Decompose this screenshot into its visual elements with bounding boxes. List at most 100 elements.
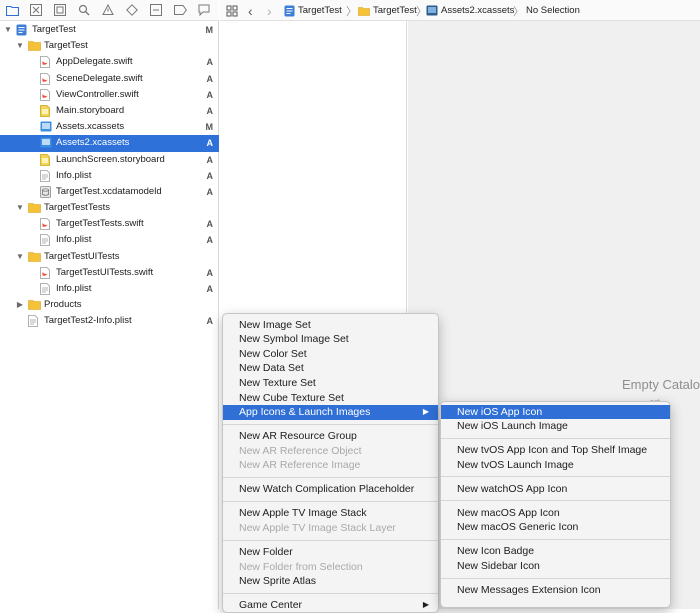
menu-item[interactable]: New Cube Texture Set [223, 391, 438, 406]
source-control-status: M [205, 25, 214, 35]
tree-group[interactable]: ▼ TargetTestUITests [0, 249, 219, 265]
project-icon [284, 5, 295, 16]
menu-item[interactable]: New Data Set [223, 361, 438, 376]
menu-separator [441, 577, 670, 579]
tree-item-label: TargetTest2-Info.plist [44, 315, 132, 327]
tree-file[interactable]: TargetTestTests.swift A [0, 216, 219, 232]
tree-file[interactable]: SceneDelegate.swift A [0, 71, 219, 87]
menu-item[interactable]: New Icon Badge [441, 544, 670, 559]
menu-item[interactable]: New AR Resource Group [223, 429, 438, 444]
tree-project[interactable]: ▼ TargetTest M [0, 22, 219, 38]
menu-item[interactable]: New Color Set [223, 347, 438, 362]
menu-item-label: New Sprite Atlas [239, 575, 317, 588]
source-control-icon[interactable] [29, 3, 43, 17]
tree-group[interactable]: ▼ TargetTestTests [0, 200, 219, 216]
forward-button[interactable]: › [267, 0, 272, 21]
tree-file[interactable]: Assets.xcassets M [0, 119, 219, 135]
navigator-selector-bar [0, 0, 219, 21]
tree-group[interactable]: ▶ Products [0, 297, 219, 313]
menu-separator [223, 592, 438, 594]
submenu-arrow-icon: ▶ [422, 407, 429, 417]
debug-icon[interactable] [149, 3, 163, 17]
tree-item-label: SceneDelegate.swift [56, 72, 143, 84]
menu-item-label: New macOS App Icon [457, 506, 560, 519]
source-control-status: A [206, 316, 214, 327]
disclosure-open-icon[interactable]: ▼ [4, 22, 12, 38]
menu-item-label: New AR Reference Image [239, 459, 361, 472]
menu-item[interactable]: New tvOS Launch Image [441, 458, 670, 473]
menu-item[interactable]: New Messages Extension Icon [441, 583, 670, 598]
disclosure-open-icon[interactable]: ▼ [16, 200, 24, 216]
menu-separator [441, 476, 670, 478]
tree-file[interactable]: AppDelegate.swift A [0, 54, 219, 70]
menu-item: New AR Reference Image [223, 458, 438, 473]
menu-item-label: New Symbol Image Set [239, 333, 349, 346]
menu-item[interactable]: New macOS Generic Icon [441, 520, 670, 535]
menu-item[interactable]: New Symbol Image Set [223, 332, 438, 347]
tree-file[interactable]: TargetTest.xcdatamodeld A [0, 184, 219, 200]
menu-separator [441, 538, 670, 540]
tree-file[interactable]: Main.storyboard A [0, 103, 219, 119]
menu-item[interactable]: New macOS App Icon [441, 506, 670, 521]
menu-item[interactable]: New tvOS App Icon and Top Shelf Image [441, 443, 670, 458]
menu-item[interactable]: New Apple TV Image Stack [223, 506, 438, 521]
plist-icon [28, 315, 40, 328]
tree-item-label: Products [44, 299, 82, 311]
menu-item-label: New Folder [239, 545, 293, 558]
folder-icon[interactable] [5, 3, 19, 17]
menu-item[interactable]: New Watch Complication Placeholder [223, 482, 438, 497]
report-icon[interactable] [197, 3, 211, 17]
symbol-icon[interactable] [53, 3, 67, 17]
source-control-status: M [205, 122, 214, 133]
menu-item-label: New iOS Launch Image [457, 420, 568, 433]
menu-item[interactable]: New iOS App Icon [441, 404, 670, 420]
menu-item-label: New Messages Extension Icon [457, 583, 601, 596]
tree-file[interactable]: TargetTestUITests.swift A [0, 265, 219, 281]
breadcrumb-label: TargetTest [373, 5, 417, 16]
swift-file-icon [40, 72, 52, 85]
tree-file[interactable]: LaunchScreen.storyboard A [0, 152, 219, 168]
menu-item-label: New Apple TV Image Stack [239, 507, 367, 520]
tree-file[interactable]: Info.plist A [0, 232, 219, 248]
menu-item[interactable]: New Folder [223, 545, 438, 560]
breadcrumb-group[interactable]: TargetTest [358, 0, 417, 21]
menu-item[interactable]: New iOS Launch Image [441, 419, 670, 434]
related-items-icon[interactable] [226, 0, 238, 21]
source-control-status: A [206, 219, 214, 230]
data-model-icon [40, 185, 52, 198]
tree-file[interactable]: Assets2.xcassets A [0, 135, 219, 152]
tree-file[interactable]: Info.plist A [0, 168, 219, 184]
back-button[interactable]: ‹ [248, 0, 253, 21]
tree-group[interactable]: ▼ TargetTest [0, 38, 219, 54]
breadcrumb-selection[interactable]: No Selection [526, 0, 580, 21]
chevron-right-icon: 〉 [346, 6, 357, 18]
breakpoint-icon[interactable] [173, 3, 187, 17]
menu-item[interactable]: New Image Set [223, 318, 438, 333]
source-control-status: A [206, 57, 214, 68]
tree-file[interactable]: TargetTest2-Info.plist A [0, 313, 219, 329]
test-icon[interactable] [125, 3, 139, 17]
project-icon [16, 24, 28, 36]
asset-catalog-icon [40, 121, 52, 133]
find-icon[interactable] [77, 3, 91, 17]
menu-item[interactable]: New watchOS App Icon [441, 482, 670, 497]
menu-separator [441, 437, 670, 439]
menu-item[interactable]: New Texture Set [223, 376, 438, 391]
menu-item-label: New Cube Texture Set [239, 391, 344, 404]
breadcrumb-project[interactable]: TargetTest [284, 0, 342, 21]
folder-icon [28, 40, 41, 52]
source-control-status: A [206, 186, 214, 197]
tree-file[interactable]: Info.plist A [0, 281, 219, 297]
menu-separator [223, 539, 438, 541]
disclosure-open-icon[interactable]: ▼ [16, 38, 24, 54]
disclosure-open-icon[interactable]: ▼ [16, 249, 24, 265]
menu-item-label: New Data Set [239, 362, 304, 375]
menu-item[interactable]: App Icons & Launch Images ▶ [223, 405, 438, 420]
menu-item[interactable]: New Sprite Atlas [223, 574, 438, 589]
menu-item[interactable]: Game Center ▶ [223, 598, 438, 613]
menu-item[interactable]: New Sidebar Icon [441, 559, 670, 574]
issue-icon[interactable] [101, 3, 115, 17]
disclosure-closed-icon[interactable]: ▶ [16, 297, 24, 313]
breadcrumb-file[interactable]: Assets2.xcassets [426, 0, 514, 21]
tree-file[interactable]: ViewController.swift A [0, 87, 219, 103]
